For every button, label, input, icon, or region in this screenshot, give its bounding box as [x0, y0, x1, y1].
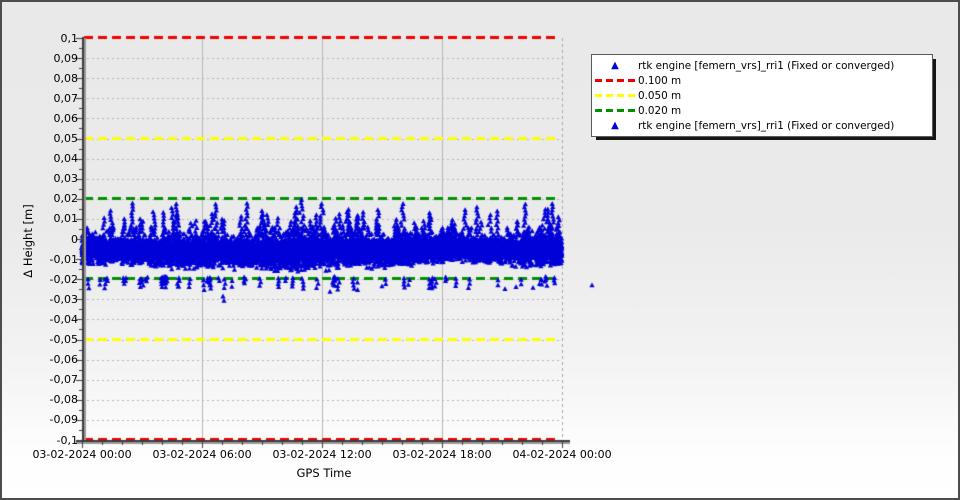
triangle-marker-icon: ▲ — [592, 119, 638, 131]
y-tick-label: 0,05 — [53, 132, 79, 145]
dashed-line-icon — [595, 94, 635, 97]
legend-item: 0.020 m — [592, 103, 932, 118]
legend-item: ▲ rtk engine [femern_vrs]_rri1 (Fixed or … — [592, 58, 932, 73]
dashed-line-icon — [595, 109, 635, 112]
dashed-line-icon — [595, 79, 635, 82]
legend-item-label: 0.020 m — [638, 104, 682, 117]
legend: ▲ rtk engine [femern_vrs]_rri1 (Fixed or … — [591, 54, 933, 137]
y-tick-label: 0,02 — [53, 192, 79, 206]
y-tick-label: -0,03 — [49, 292, 78, 306]
y-tick-label: -0,01 — [49, 252, 78, 266]
triangle-marker-icon: ▲ — [611, 59, 619, 71]
legend-item: ▲ rtk engine [femern_vrs]_rri1 (Fixed or … — [592, 118, 932, 133]
x-tick-label: 03-02-2024 12:00 — [272, 448, 372, 461]
legend-item: 0.100 m — [592, 73, 932, 88]
x-axis-title: GPS Time — [296, 466, 352, 480]
triangle-marker-icon: ▲ — [592, 59, 638, 71]
y-tick-label: -0,08 — [49, 393, 78, 407]
dashed-line-icon — [592, 109, 638, 112]
legend-item-label: rtk engine [femern_vrs]_rri1 (Fixed or c… — [638, 59, 895, 72]
y-tick-label: 0,06 — [53, 111, 79, 125]
y-tick-label: -0,02 — [49, 272, 78, 286]
y-tick-label: -0,04 — [49, 312, 78, 326]
x-tick-label: 04-02-2024 00:00 — [512, 448, 612, 461]
y-tick-label: -0,07 — [49, 373, 78, 387]
dashed-line-icon — [592, 94, 638, 97]
chart-window: 0,1 0,09 0,08 0,07 0,06 0,05 0,04 0,03 0,02 0,01 0… — [0, 0, 960, 500]
y-tick-label: 0,08 — [53, 71, 79, 85]
x-tick-label: 03-02-2024 00:00 — [32, 448, 132, 461]
y-tick-label: 0,1 — [60, 31, 79, 45]
dashed-line-icon — [592, 79, 638, 82]
legend-item-label: 0.050 m — [638, 89, 682, 102]
legend-item: 0.050 m — [592, 88, 932, 103]
y-tick-label: -0,09 — [49, 413, 78, 427]
y-tick-label: -0,1 — [56, 433, 78, 447]
y-tick-label: 0,09 — [53, 51, 79, 65]
y-tick-label: 0,07 — [53, 91, 79, 105]
triangle-marker-icon: ▲ — [611, 119, 619, 131]
y-tick-label: 0 — [71, 232, 78, 246]
x-tick-label: 03-02-2024 06:00 — [152, 448, 252, 461]
y-tick-label: 0,01 — [53, 212, 79, 226]
y-tick-label: 0,03 — [53, 172, 79, 186]
x-tick-label: 03-02-2024 18:00 — [392, 448, 492, 461]
y-tick-label: -0,05 — [49, 333, 78, 346]
y-tick-label: -0,06 — [49, 353, 78, 367]
y-axis-title: Δ Height [m] — [21, 204, 35, 278]
y-tick-label: 0,04 — [53, 152, 79, 166]
legend-item-label: rtk engine [femern_vrs]_rri1 (Fixed or c… — [638, 119, 895, 132]
legend-item-label: 0.100 m — [638, 74, 682, 87]
